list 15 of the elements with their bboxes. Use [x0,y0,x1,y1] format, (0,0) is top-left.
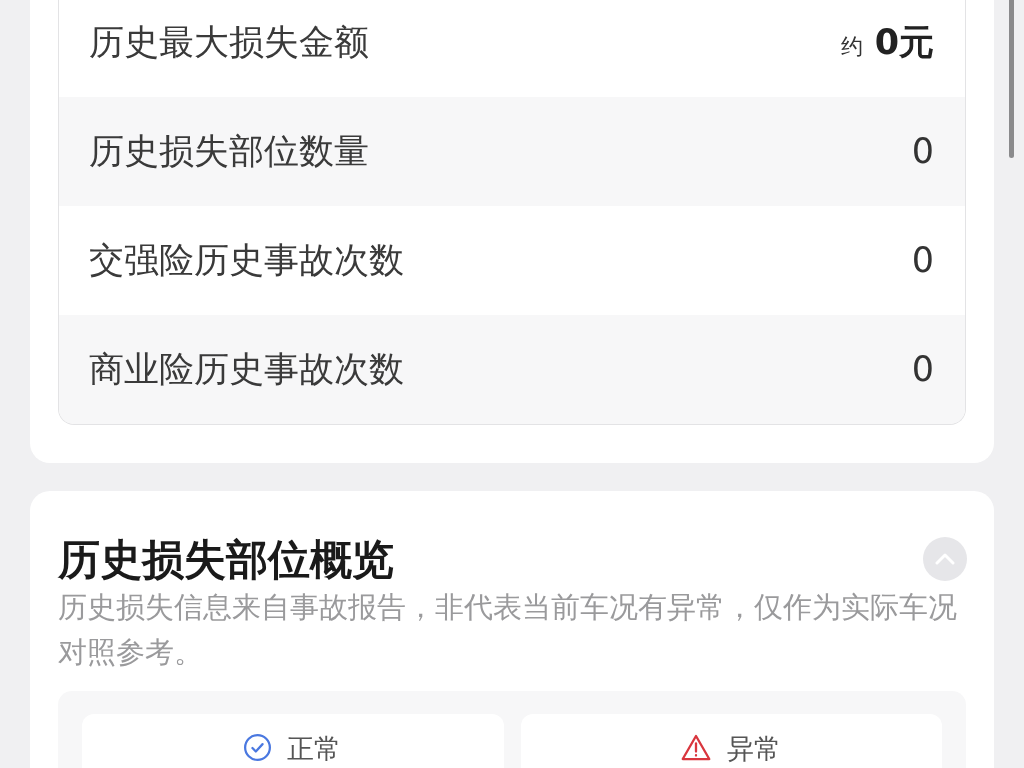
collapse-button[interactable] [923,537,967,581]
row-value: 0 [911,348,934,392]
row-label: 历史最大损失金额 [89,25,369,60]
section-description: 历史损失信息来自事故报告，非代表当前车况有异常，仅作为实际车况对照参考。 [58,590,958,671]
section-title: 历史损失部位概览 [58,535,394,585]
legend-label: 正常 [287,734,342,764]
row-value: 0 [911,130,934,174]
approx-label: 约 [840,33,863,62]
chevron-up-icon [935,553,955,565]
row-value: 0元 [874,21,934,65]
legend-label: 异常 [727,734,782,764]
row-label: 历史损失部位数量 [89,134,369,169]
row-label: 交强险历史事故次数 [89,243,404,278]
row-label: 商业险历史事故次数 [89,352,404,387]
row-value: 0 [911,239,934,283]
